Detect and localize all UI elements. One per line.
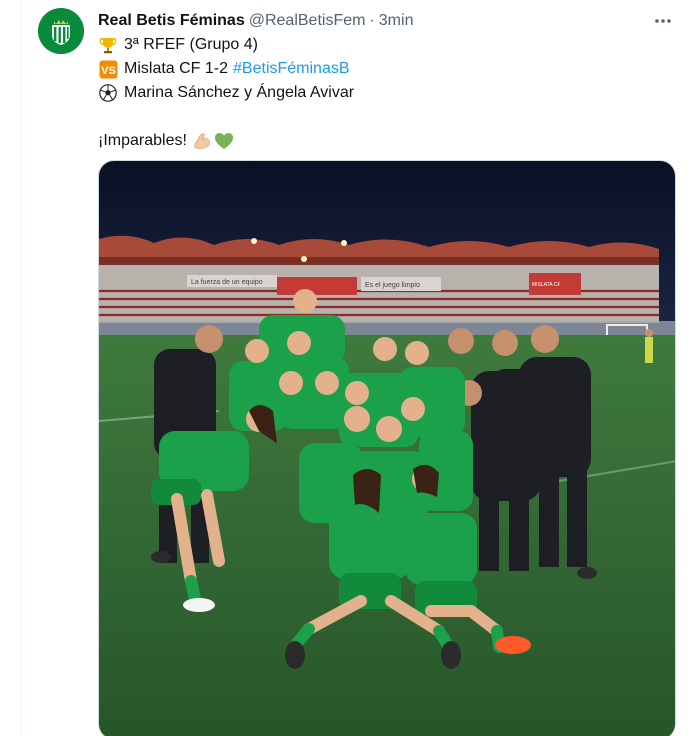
separator-dot: ·	[369, 12, 375, 29]
tweet-line-closing: ¡Imparables!	[98, 129, 354, 153]
soccer-ball-icon	[98, 83, 118, 103]
tweet-header: Real Betis Féminas @RealBetisFem · 3min	[98, 10, 413, 32]
team-celebration-photo: La fuerza de un equipo Es el juego limpi…	[99, 161, 675, 736]
trophy-icon	[98, 35, 118, 55]
banner-text-2: Es el juego limpio	[365, 282, 420, 289]
closing-text: ¡Imparables!	[98, 132, 187, 149]
scorers-text: Marina Sánchez y Ángela Avivar	[124, 84, 355, 101]
result-text: Mislata CF 1-2	[124, 60, 229, 77]
avatar[interactable]	[38, 8, 84, 54]
tweet[interactable]: Real Betis Féminas @RealBetisFem · 3min …	[20, 0, 693, 736]
vs-icon: VS	[98, 59, 118, 79]
author-handle[interactable]: @RealBetisFem	[249, 12, 366, 30]
tweet-text: 3ª RFEF (Grupo 4) VS Mislata CF 1-2 #Bet…	[98, 33, 354, 153]
tweet-line-scorers: Marina Sánchez y Ángela Avivar	[98, 81, 354, 105]
tweet-line-competition: 3ª RFEF (Grupo 4)	[98, 33, 354, 57]
tweet-timestamp[interactable]: 3min	[379, 12, 414, 30]
betis-crest-icon	[38, 8, 84, 54]
more-options-button[interactable]	[651, 9, 675, 33]
author-name[interactable]: Real Betis Féminas	[98, 12, 245, 30]
tweet-line-result: VS Mislata CF 1-2 #BetisFéminasB	[98, 57, 354, 81]
hashtag-link[interactable]: #BetisFéminasB	[233, 57, 350, 81]
banner-text-3: MISLATA CF	[532, 282, 560, 288]
vs-badge-text: VS	[101, 65, 116, 77]
more-dots-icon	[655, 19, 671, 23]
banner-text-1: La fuerza de un equipo	[191, 279, 263, 286]
flexed-biceps-icon	[192, 131, 212, 151]
competition-text: 3ª RFEF (Grupo 4)	[124, 36, 258, 53]
green-heart-icon	[214, 131, 234, 151]
tweet-photo[interactable]: La fuerza de un equipo Es el juego limpi…	[98, 160, 676, 736]
